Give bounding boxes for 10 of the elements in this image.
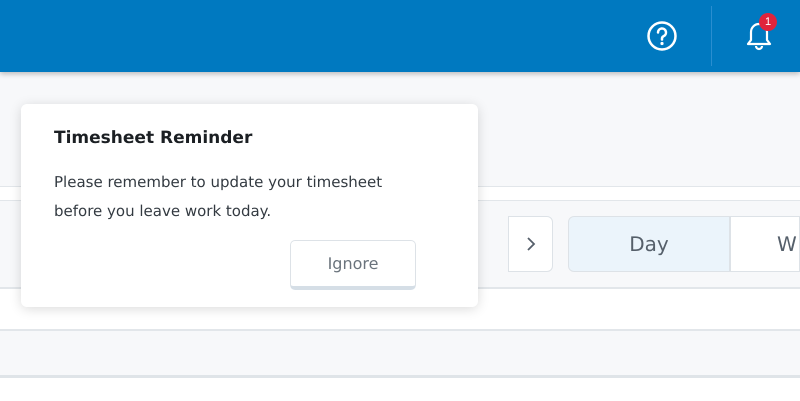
notification-badge: 1 [759,13,777,31]
help-icon [646,20,678,52]
view-tab[interactable]: Day [568,216,730,272]
view-tab[interactable]: W [730,216,800,272]
notifications-button[interactable]: 1 [746,13,780,51]
ignore-button[interactable]: Ignore [290,240,416,290]
popover-title: Timesheet Reminder [54,127,254,150]
popover-message: Please remember to update your timesheet before you leave work today. [54,172,384,222]
chevron-right-icon [526,236,536,252]
help-button[interactable] [646,20,678,52]
